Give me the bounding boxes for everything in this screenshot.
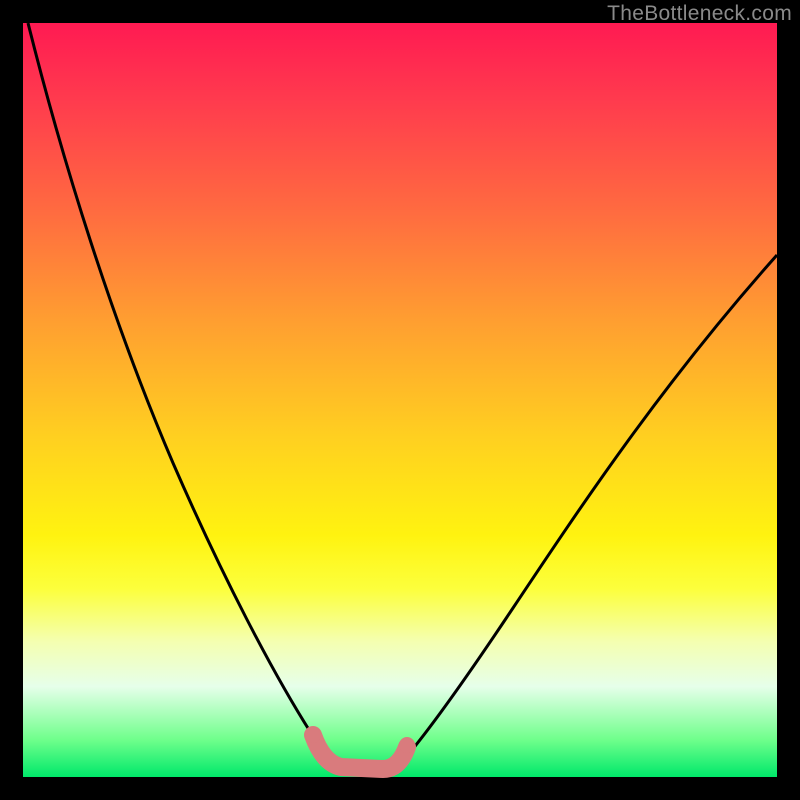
- overlay-end-dot-right: [399, 737, 415, 753]
- chart-frame: [23, 23, 777, 777]
- left-descending-curve: [28, 23, 333, 766]
- bottom-flat-overlay: [313, 735, 407, 769]
- watermark: TheBottleneck.com: [607, 2, 792, 26]
- overlay-end-dot-left: [305, 727, 321, 743]
- right-ascending-curve: [401, 255, 777, 763]
- chart-curves: [23, 23, 777, 777]
